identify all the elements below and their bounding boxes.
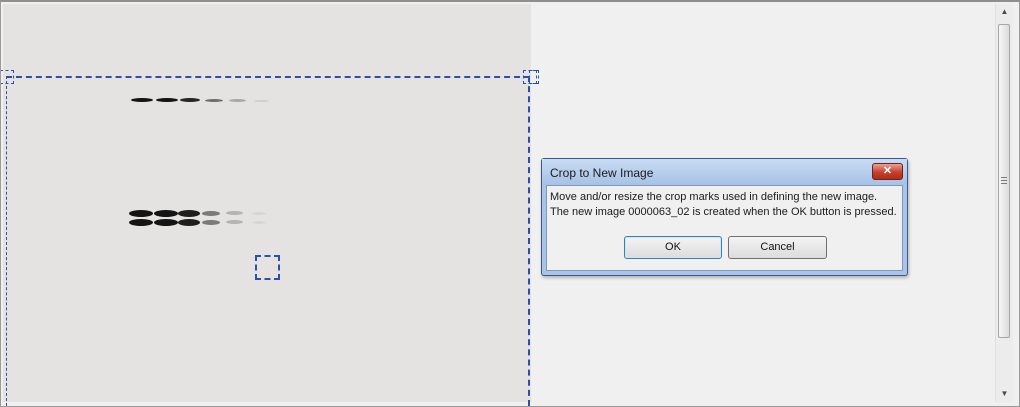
- scroll-thumb[interactable]: [998, 24, 1010, 338]
- crop-handle-top-right-inner[interactable]: [529, 70, 539, 84]
- dialog-title: Crop to New Image: [550, 166, 654, 180]
- scroll-down-icon[interactable]: ▼: [996, 386, 1013, 402]
- crop-move-handle[interactable]: [255, 255, 280, 280]
- crop-rectangle[interactable]: [6, 76, 530, 406]
- dialog-body: Move and/or resize the crop marks used i…: [546, 185, 903, 271]
- scroll-up-icon[interactable]: ▲: [996, 4, 1013, 20]
- dialog-titlebar[interactable]: Crop to New Image ✕: [542, 159, 907, 185]
- cancel-button[interactable]: Cancel: [728, 236, 827, 259]
- grip-icon: [1001, 177, 1007, 184]
- dialog-message-line2: The new image 0000063_02 is created when…: [550, 206, 897, 218]
- vertical-scrollbar[interactable]: ▲ ▼: [995, 4, 1013, 402]
- crop-dialog: Crop to New Image ✕ Move and/or resize t…: [541, 158, 908, 276]
- close-icon[interactable]: ✕: [872, 163, 903, 180]
- dialog-message-line1: Move and/or resize the crop marks used i…: [550, 191, 878, 203]
- image-window: ▲ ▼ Crop to New Image ✕ Move and/or resi…: [0, 0, 1020, 407]
- ok-button[interactable]: OK: [624, 236, 722, 259]
- crop-handle-top-left[interactable]: [1, 70, 14, 84]
